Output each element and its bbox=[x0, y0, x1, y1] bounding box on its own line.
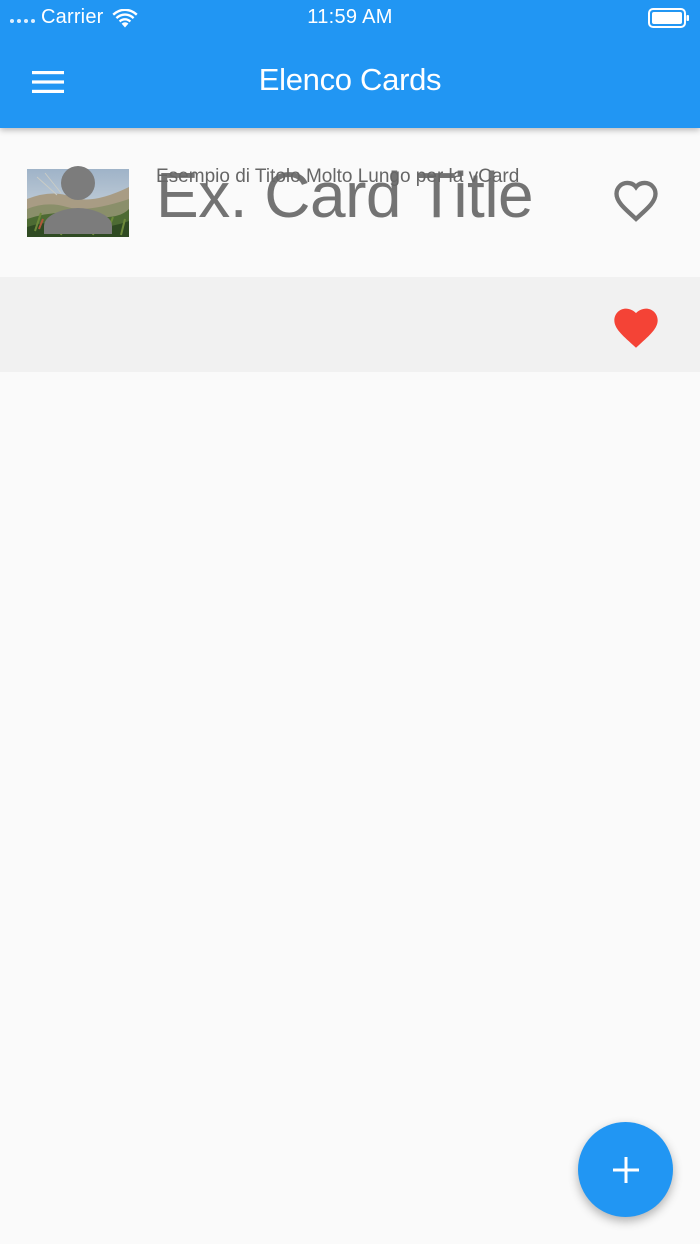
status-bar: Carrier 11:59 AM bbox=[0, 0, 700, 36]
add-card-button[interactable] bbox=[578, 1122, 673, 1217]
app-bar: Carrier 11:59 AM Elenco Cards bbox=[0, 0, 700, 128]
card-title: Esempio di Titolo Molto Lungo per la vCa… bbox=[156, 166, 520, 187]
person-placeholder-icon bbox=[44, 166, 112, 234]
heart-outline-icon bbox=[614, 180, 658, 222]
heart-filled-icon bbox=[614, 308, 658, 348]
favorite-button[interactable] bbox=[608, 171, 664, 227]
favorite-button[interactable] bbox=[608, 299, 664, 355]
battery-icon bbox=[648, 8, 689, 28]
status-time: 11:59 AM bbox=[307, 6, 393, 28]
plus-icon bbox=[612, 1156, 639, 1183]
card-list: Ex. Card Title bbox=[0, 128, 700, 372]
page-title: Elenco Cards bbox=[258, 62, 442, 97]
toolbar: Elenco Cards bbox=[0, 36, 700, 128]
list-item[interactable] bbox=[0, 277, 700, 372]
